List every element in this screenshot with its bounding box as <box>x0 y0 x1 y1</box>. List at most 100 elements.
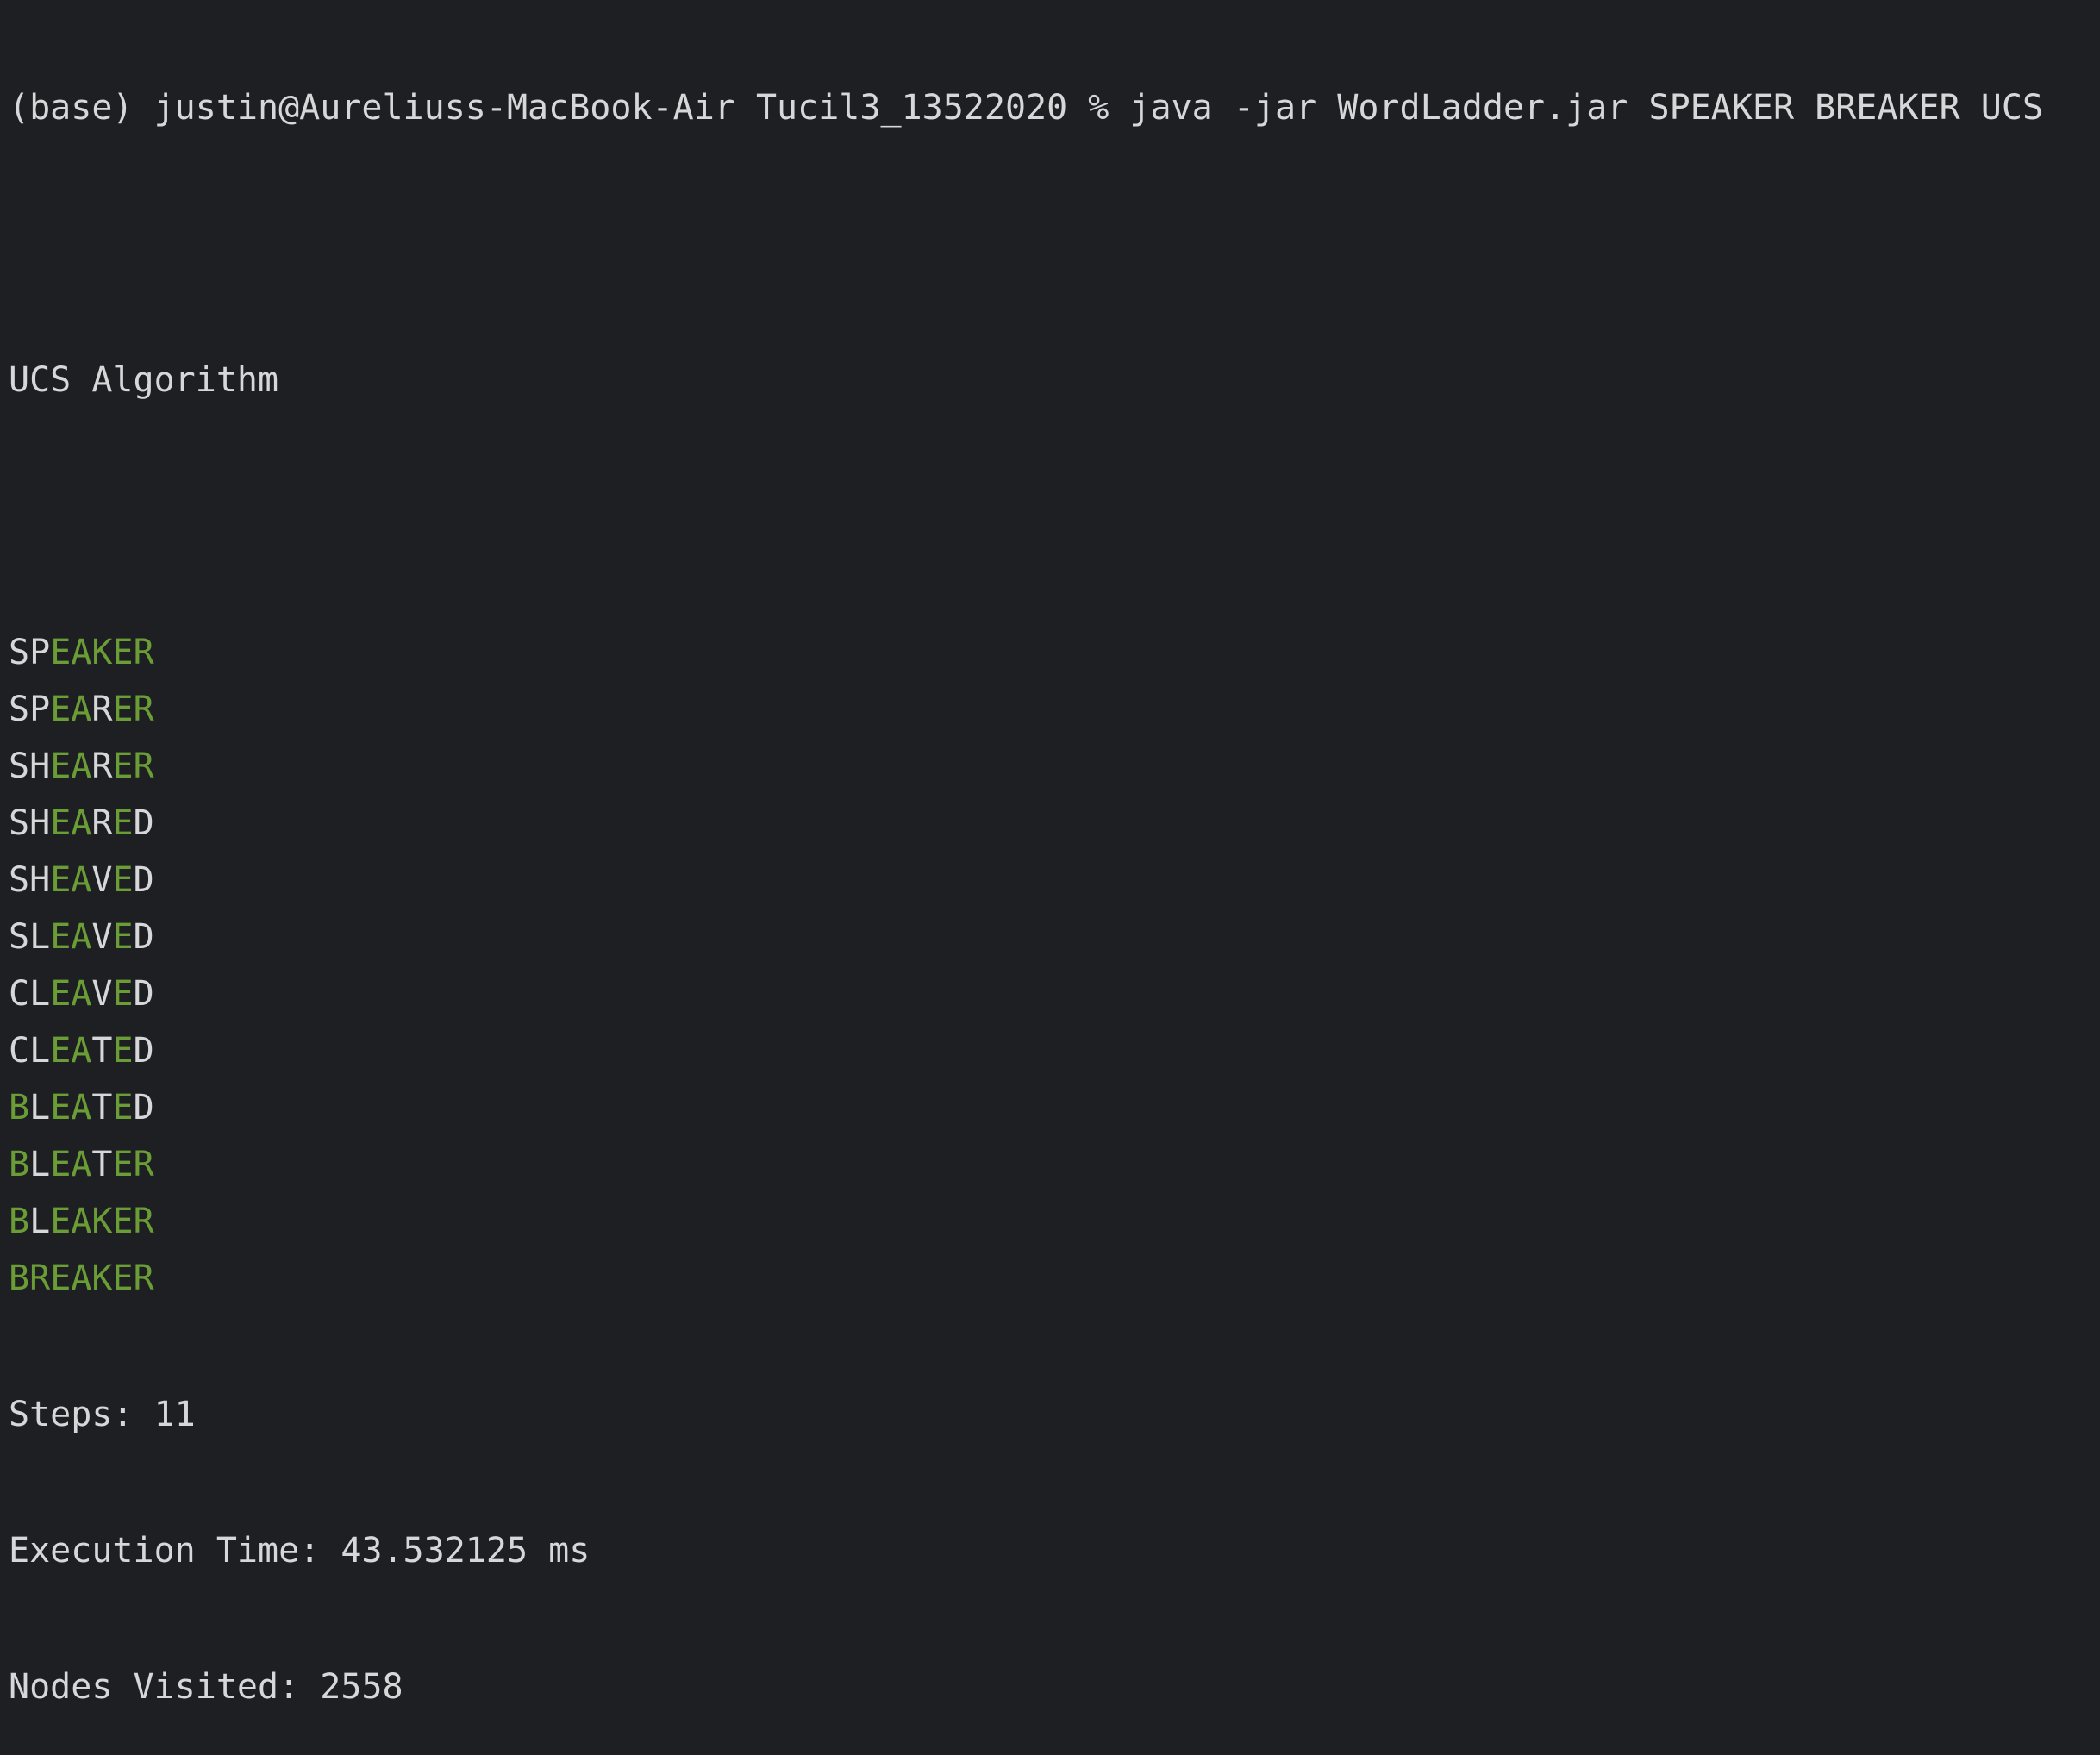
letter: P <box>29 690 51 729</box>
matched-letter: A <box>71 746 92 786</box>
letter: H <box>29 746 51 786</box>
execution-time: Execution Time: 43.532125 ms <box>9 1531 591 1571</box>
ladder-word: CLEAVED <box>9 965 2100 1022</box>
letter: D <box>133 1031 154 1071</box>
letter: D <box>133 974 154 1014</box>
matched-letter: B <box>9 1202 30 1241</box>
letter: L <box>29 974 51 1014</box>
letter: S <box>9 803 30 843</box>
matched-letter: E <box>112 1145 134 1184</box>
letter: V <box>91 860 113 900</box>
ladder-word: SLEAVED <box>9 909 2100 965</box>
matched-letter: A <box>71 917 92 957</box>
matched-letter: E <box>50 1202 72 1241</box>
matched-letter: R <box>133 1145 154 1184</box>
letter: L <box>29 917 51 957</box>
matched-letter: E <box>50 633 72 672</box>
letter: D <box>133 803 154 843</box>
matched-letter: A <box>71 803 92 843</box>
letter: S <box>9 690 30 729</box>
command-prompt-line: (base) justin@Aureliuss-MacBook-Air Tuci… <box>9 88 2044 128</box>
matched-letter: K <box>91 1202 113 1241</box>
letter: L <box>29 1088 51 1127</box>
matched-letter: E <box>112 860 134 900</box>
letter: T <box>91 1031 113 1071</box>
matched-letter: E <box>112 1088 134 1127</box>
matched-letter: E <box>50 690 72 729</box>
matched-letter: E <box>112 633 134 672</box>
letter: S <box>9 917 30 957</box>
ladder-word: SPEAKER <box>9 624 2100 681</box>
matched-letter: R <box>133 1258 154 1298</box>
matched-letter: K <box>91 1258 113 1298</box>
letter: T <box>91 1145 113 1184</box>
matched-letter: A <box>71 633 92 672</box>
letter: D <box>133 1088 154 1127</box>
letter: H <box>29 803 51 843</box>
matched-letter: E <box>50 803 72 843</box>
matched-letter: E <box>50 1145 72 1184</box>
matched-letter: A <box>71 690 92 729</box>
terminal-window[interactable]: (base) justin@Aureliuss-MacBook-Air Tuci… <box>0 0 2100 1707</box>
letter: V <box>91 917 113 957</box>
matched-letter: E <box>50 860 72 900</box>
letter: R <box>91 690 113 729</box>
letter: L <box>29 1145 51 1184</box>
matched-letter: E <box>112 974 134 1014</box>
letter: S <box>9 746 30 786</box>
matched-letter: R <box>133 746 154 786</box>
ladder-word: BLEATER <box>9 1136 2100 1193</box>
ladder-word: SHEARED <box>9 795 2100 852</box>
matched-letter: A <box>71 974 92 1014</box>
letter: D <box>133 860 154 900</box>
matched-letter: E <box>112 1202 134 1241</box>
ladder-word: SPEARER <box>9 681 2100 738</box>
matched-letter: R <box>133 1202 154 1241</box>
word-ladder-list: SPEAKER SPEARER SHEARER SHEARED SHEAVED SLEAV… <box>9 624 2100 1307</box>
nodes-visited: Nodes Visited: 2558 <box>9 1667 403 1707</box>
matched-letter: E <box>50 974 72 1014</box>
letter: L <box>29 1202 51 1241</box>
matched-letter: A <box>71 1088 92 1127</box>
letter: P <box>29 633 51 672</box>
letter: R <box>91 746 113 786</box>
ladder-word: BLEAKER <box>9 1193 2100 1250</box>
matched-letter: A <box>71 1145 92 1184</box>
matched-letter: E <box>112 917 134 957</box>
matched-letter: E <box>112 803 134 843</box>
matched-letter: E <box>50 746 72 786</box>
matched-letter: R <box>133 633 154 672</box>
matched-letter: E <box>112 690 134 729</box>
letter: C <box>9 1031 30 1071</box>
matched-letter: E <box>50 1258 72 1298</box>
letter: C <box>9 974 30 1014</box>
steps-count: Steps: 11 <box>9 1395 196 1434</box>
matched-letter: E <box>50 917 72 957</box>
letter: V <box>91 974 113 1014</box>
matched-letter: E <box>50 1031 72 1071</box>
matched-letter: E <box>112 1258 134 1298</box>
matched-letter: A <box>71 1258 92 1298</box>
letter: S <box>9 860 30 900</box>
matched-letter: K <box>91 633 113 672</box>
matched-letter: R <box>133 690 154 729</box>
letter: T <box>91 1088 113 1127</box>
letter: S <box>9 633 30 672</box>
matched-letter: B <box>9 1145 30 1184</box>
letter: D <box>133 917 154 957</box>
letter: L <box>29 1031 51 1071</box>
ladder-word: SHEARER <box>9 738 2100 795</box>
matched-letter: R <box>29 1258 51 1298</box>
matched-letter: A <box>71 1031 92 1071</box>
ladder-word: CLEATED <box>9 1022 2100 1079</box>
matched-letter: A <box>71 860 92 900</box>
ladder-word: BLEATED <box>9 1079 2100 1136</box>
ladder-word: BREAKER <box>9 1250 2100 1307</box>
ladder-word: SHEAVED <box>9 852 2100 909</box>
algorithm-heading: UCS Algorithm <box>9 360 279 400</box>
matched-letter: A <box>71 1202 92 1241</box>
matched-letter: B <box>9 1258 30 1298</box>
matched-letter: E <box>112 1031 134 1071</box>
